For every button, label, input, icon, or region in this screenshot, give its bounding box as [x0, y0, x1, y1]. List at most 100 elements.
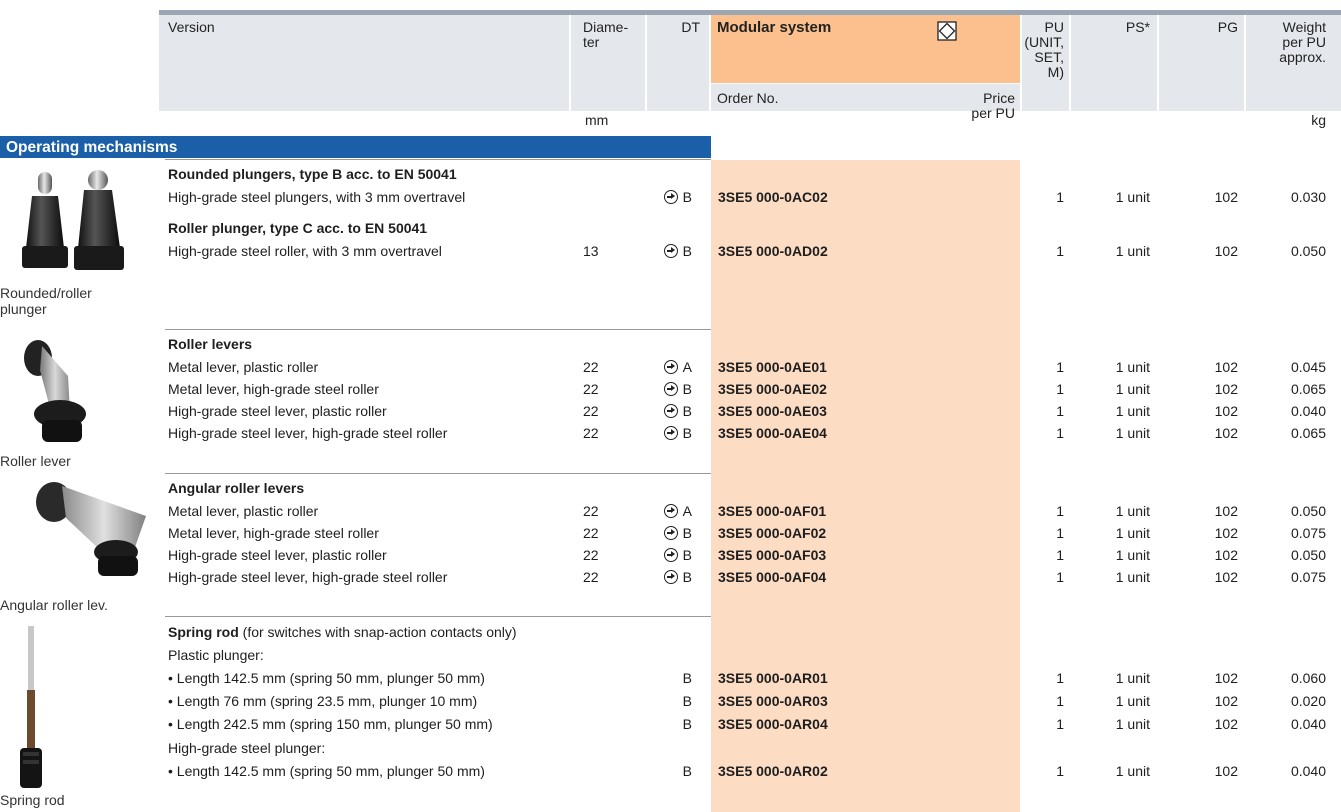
subheading-plastic-plunger: Plastic plunger: [168, 647, 264, 663]
row-ps: 1 unit [1115, 243, 1150, 259]
row-dt: B [642, 523, 692, 543]
row-weight: 0.040 [1290, 763, 1326, 779]
header-order-no: Order No. [717, 90, 779, 106]
row-description: High-grade steel lever, high-grade steel… [168, 425, 448, 441]
header-price: Price per PU [971, 90, 1015, 121]
table-row: • Length 142.5 mm (spring 50 mm, plunger… [0, 761, 1341, 781]
table-row: High-grade steel roller, with 3 mm overt… [0, 241, 1341, 261]
row-dt: B [642, 668, 692, 688]
row-ps: 1 unit [1115, 716, 1150, 732]
row-dt-value: B [682, 403, 692, 419]
row-weight: 0.075 [1290, 569, 1326, 585]
row-dt: B [642, 423, 692, 443]
row-order-no: 3SE5 000-0AF02 [718, 525, 827, 541]
row-ps: 1 unit [1115, 763, 1150, 779]
row-dt-value: B [682, 381, 692, 397]
row-dt: B [642, 187, 692, 207]
table-row: High-grade steel lever, high-grade steel… [0, 567, 1341, 587]
row-order-no: 3SE5 000-0AR04 [718, 716, 828, 732]
row-description: Metal lever, plastic roller [168, 359, 319, 375]
row-dt-value: B [682, 716, 692, 732]
row-description: • Length 242.5 mm (spring 150 mm, plunge… [168, 716, 493, 732]
table-row: Metal lever, high-grade steel roller 22 B 3… [0, 523, 1341, 543]
header-version: Version [168, 19, 215, 35]
row-pg: 102 [1214, 547, 1238, 563]
row-weight: 0.050 [1290, 243, 1326, 259]
plunger-label: Rounded/roller plunger [0, 285, 92, 317]
row-order-no: 3SE5 000-0AF04 [718, 569, 827, 585]
row-description: High-grade steel roller, with 3 mm overt… [168, 243, 442, 259]
header-version-cell [159, 15, 569, 111]
row-ps: 1 unit [1115, 359, 1150, 375]
row-pu: 1 [1056, 189, 1064, 205]
row-diameter: 22 [583, 359, 599, 375]
row-dt: B [642, 401, 692, 421]
row-weight: 0.075 [1290, 525, 1326, 541]
row-pu: 1 [1056, 403, 1064, 419]
row-pg: 102 [1214, 670, 1238, 686]
row-pg: 102 [1214, 763, 1238, 779]
row-order-no: 3SE5 000-0AD02 [718, 243, 828, 259]
table-row: • Length 142.5 mm (spring 50 mm, plunger… [0, 668, 1341, 688]
header-ps: PS* [1125, 19, 1150, 35]
row-description: High-grade steel lever, plastic roller [168, 403, 387, 419]
spring-rod-note: (for switches with snap-action contacts … [238, 624, 517, 640]
group-title-rounded-plungers: Rounded plungers, type B acc. to EN 5004… [168, 166, 457, 182]
row-diameter: 13 [583, 243, 599, 259]
row-dt: B [642, 545, 692, 565]
row-pg: 102 [1214, 425, 1238, 441]
row-dt: B [642, 241, 692, 261]
row-description: • Length 76 mm (spring 23.5 mm, plunger … [168, 693, 478, 709]
row-order-no: 3SE5 000-0AF03 [718, 547, 827, 563]
table-row: High-grade steel lever, plastic roller 22… [0, 401, 1341, 421]
row-description: High-grade steel lever, high-grade steel… [168, 569, 448, 585]
header-dt: DT [681, 19, 700, 35]
row-diameter: 22 [583, 403, 599, 419]
row-description: Metal lever, high-grade steel roller [168, 525, 379, 541]
row-dt: A [642, 357, 692, 377]
row-description: Metal lever, plastic roller [168, 503, 319, 519]
row-pg: 102 [1214, 403, 1238, 419]
row-description: Metal lever, high-grade steel roller [168, 381, 379, 397]
row-dt: B [642, 567, 692, 587]
header-unit-mm: mm [585, 112, 609, 128]
row-order-no: 3SE5 000-0AE02 [718, 381, 827, 397]
arrow-right-circle-icon [663, 190, 678, 204]
row-weight: 0.065 [1290, 425, 1326, 441]
row-order-no: 3SE5 000-0AE03 [718, 403, 827, 419]
row-ps: 1 unit [1115, 569, 1150, 585]
table-row: Metal lever, high-grade steel roller 22 B 3… [0, 379, 1341, 399]
section-title: Operating mechanisms [6, 139, 178, 156]
row-weight: 0.040 [1290, 403, 1326, 419]
header-pg: PG [1217, 19, 1238, 35]
row-pg: 102 [1214, 525, 1238, 541]
row-ps: 1 unit [1115, 503, 1150, 519]
row-weight: 0.045 [1290, 359, 1326, 375]
row-order-no: 3SE5 000-0AE04 [718, 425, 827, 441]
table-row: • Length 76 mm (spring 23.5 mm, plunger … [0, 691, 1341, 711]
table-row: • Length 242.5 mm (spring 150 mm, plunge… [0, 714, 1341, 734]
header-unit-kg: kg [1311, 112, 1326, 128]
row-ps: 1 unit [1115, 425, 1150, 441]
row-weight: 0.050 [1290, 547, 1326, 563]
header-diameter: Diame- ter [583, 19, 629, 50]
row-pg: 102 [1214, 716, 1238, 732]
row-description: High-grade steel plungers, with 3 mm ove… [168, 189, 466, 205]
row-pg: 102 [1214, 359, 1238, 375]
row-ps: 1 unit [1115, 547, 1150, 563]
row-dt: B [642, 691, 692, 711]
row-order-no: 3SE5 000-0AC02 [718, 189, 828, 205]
row-description: High-grade steel lever, plastic roller [168, 547, 387, 563]
separator [165, 473, 711, 474]
row-pg: 102 [1214, 381, 1238, 397]
row-weight: 0.040 [1290, 716, 1326, 732]
arrow-right-circle-icon [663, 426, 678, 440]
row-order-no: 3SE5 000-0AF01 [718, 503, 827, 519]
arrow-right-circle-icon [663, 382, 678, 396]
table-row: High-grade steel lever, high-grade steel… [0, 423, 1341, 443]
row-diameter: 22 [583, 525, 599, 541]
roller-lever-label: Roller lever [0, 453, 71, 469]
row-dt-value: B [682, 569, 692, 585]
arrow-right-circle-icon [663, 404, 678, 418]
row-pu: 1 [1056, 243, 1064, 259]
